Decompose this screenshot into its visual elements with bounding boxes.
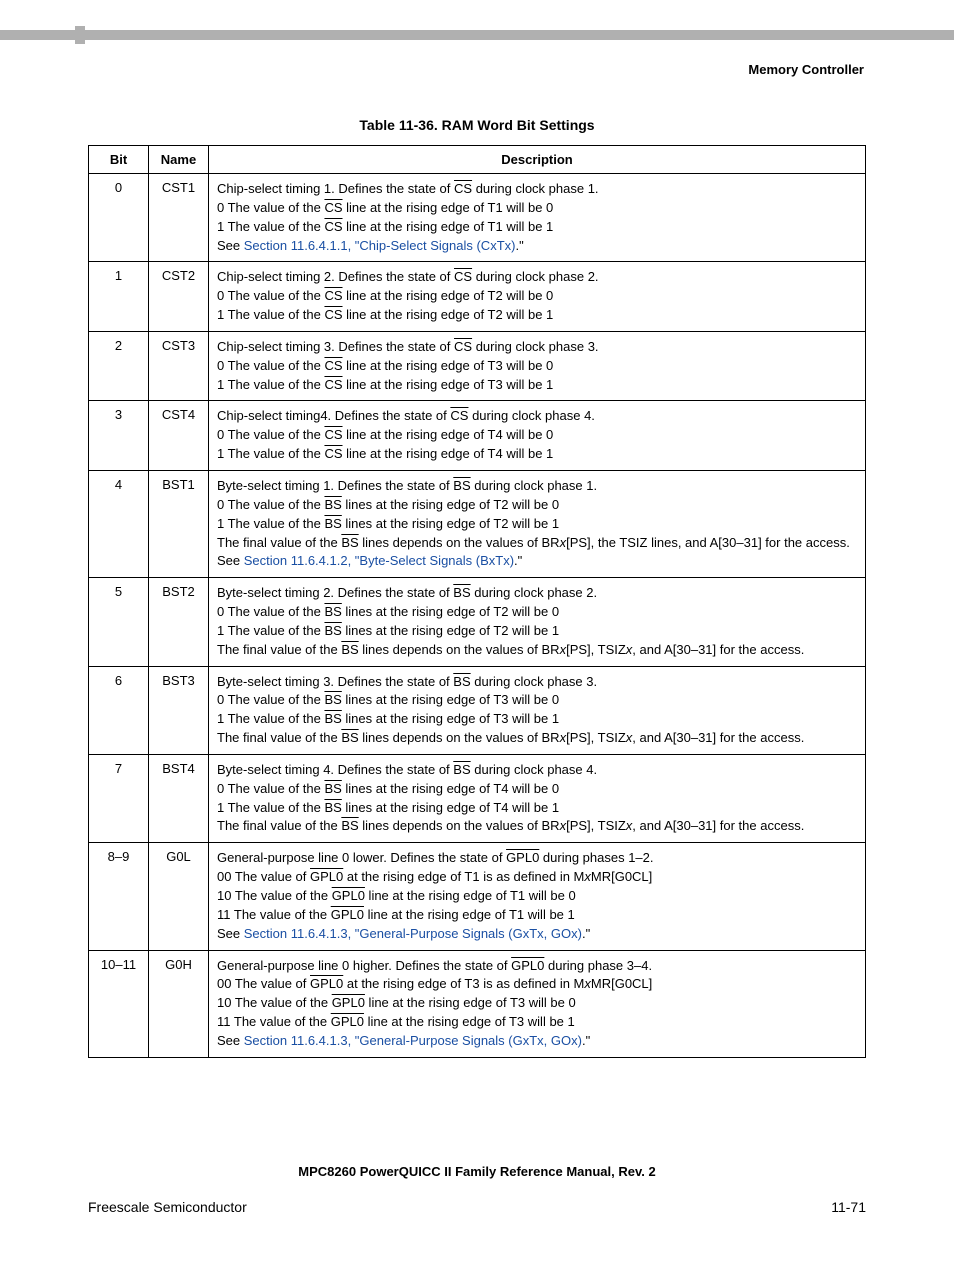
ram-word-table: Bit Name Description 0CST1Chip-select ti…	[88, 145, 866, 1058]
desc-cell: Chip-select timing 3. Defines the state …	[209, 331, 866, 401]
col-desc: Description	[209, 146, 866, 174]
desc-cell: Chip-select timing 1. Defines the state …	[209, 174, 866, 262]
xref-link[interactable]: Section 11.6.4.1.2, "Byte-Select Signals…	[244, 553, 514, 568]
header-rule	[0, 30, 954, 40]
bit-cell: 0	[89, 174, 149, 262]
bit-cell: 1	[89, 262, 149, 332]
bit-cell: 2	[89, 331, 149, 401]
table-caption: Table 11-36. RAM Word Bit Settings	[88, 117, 866, 133]
name-cell: BST4	[149, 754, 209, 842]
desc-cell: General-purpose line 0 lower. Defines th…	[209, 843, 866, 950]
table-row: 7BST4Byte-select timing 4. Defines the s…	[89, 754, 866, 842]
footer-vendor: Freescale Semiconductor	[88, 1199, 247, 1215]
bit-cell: 3	[89, 401, 149, 471]
table-row: 10–11G0HGeneral-purpose line 0 higher. D…	[89, 950, 866, 1057]
table-row: 6BST3Byte-select timing 3. Defines the s…	[89, 666, 866, 754]
name-cell: CST2	[149, 262, 209, 332]
name-cell: CST1	[149, 174, 209, 262]
desc-cell: Chip-select timing 2. Defines the state …	[209, 262, 866, 332]
table-row: 0CST1Chip-select timing 1. Defines the s…	[89, 174, 866, 262]
section-heading: Memory Controller	[0, 40, 954, 77]
bit-cell: 7	[89, 754, 149, 842]
name-cell: BST2	[149, 578, 209, 666]
footer-page: 11-71	[831, 1199, 866, 1215]
col-bit: Bit	[89, 146, 149, 174]
bit-cell: 6	[89, 666, 149, 754]
name-cell: G0H	[149, 950, 209, 1057]
bit-cell: 10–11	[89, 950, 149, 1057]
table-row: 8–9G0LGeneral-purpose line 0 lower. Defi…	[89, 843, 866, 950]
xref-link[interactable]: Section 11.6.4.1.1, "Chip-Select Signals…	[244, 238, 516, 253]
desc-cell: Byte-select timing 1. Defines the state …	[209, 470, 866, 577]
xref-link[interactable]: Section 11.6.4.1.3, "General-Purpose Sig…	[244, 1033, 582, 1048]
name-cell: BST3	[149, 666, 209, 754]
table-row: 3CST4Chip-select timing4. Defines the st…	[89, 401, 866, 471]
table-row: 2CST3Chip-select timing 3. Defines the s…	[89, 331, 866, 401]
desc-cell: Byte-select timing 3. Defines the state …	[209, 666, 866, 754]
table-row: 5BST2Byte-select timing 2. Defines the s…	[89, 578, 866, 666]
table-row: 1CST2Chip-select timing 2. Defines the s…	[89, 262, 866, 332]
name-cell: CST3	[149, 331, 209, 401]
table-row: 4BST1Byte-select timing 1. Defines the s…	[89, 470, 866, 577]
desc-cell: Byte-select timing 2. Defines the state …	[209, 578, 866, 666]
name-cell: G0L	[149, 843, 209, 950]
bit-cell: 4	[89, 470, 149, 577]
xref-link[interactable]: Section 11.6.4.1.3, "General-Purpose Sig…	[244, 926, 582, 941]
desc-cell: Byte-select timing 4. Defines the state …	[209, 754, 866, 842]
col-name: Name	[149, 146, 209, 174]
desc-cell: Chip-select timing4. Defines the state o…	[209, 401, 866, 471]
name-cell: CST4	[149, 401, 209, 471]
bit-cell: 5	[89, 578, 149, 666]
bit-cell: 8–9	[89, 843, 149, 950]
footer-manual-title: MPC8260 PowerQUICC II Family Reference M…	[88, 1164, 866, 1179]
name-cell: BST1	[149, 470, 209, 577]
desc-cell: General-purpose line 0 higher. Defines t…	[209, 950, 866, 1057]
